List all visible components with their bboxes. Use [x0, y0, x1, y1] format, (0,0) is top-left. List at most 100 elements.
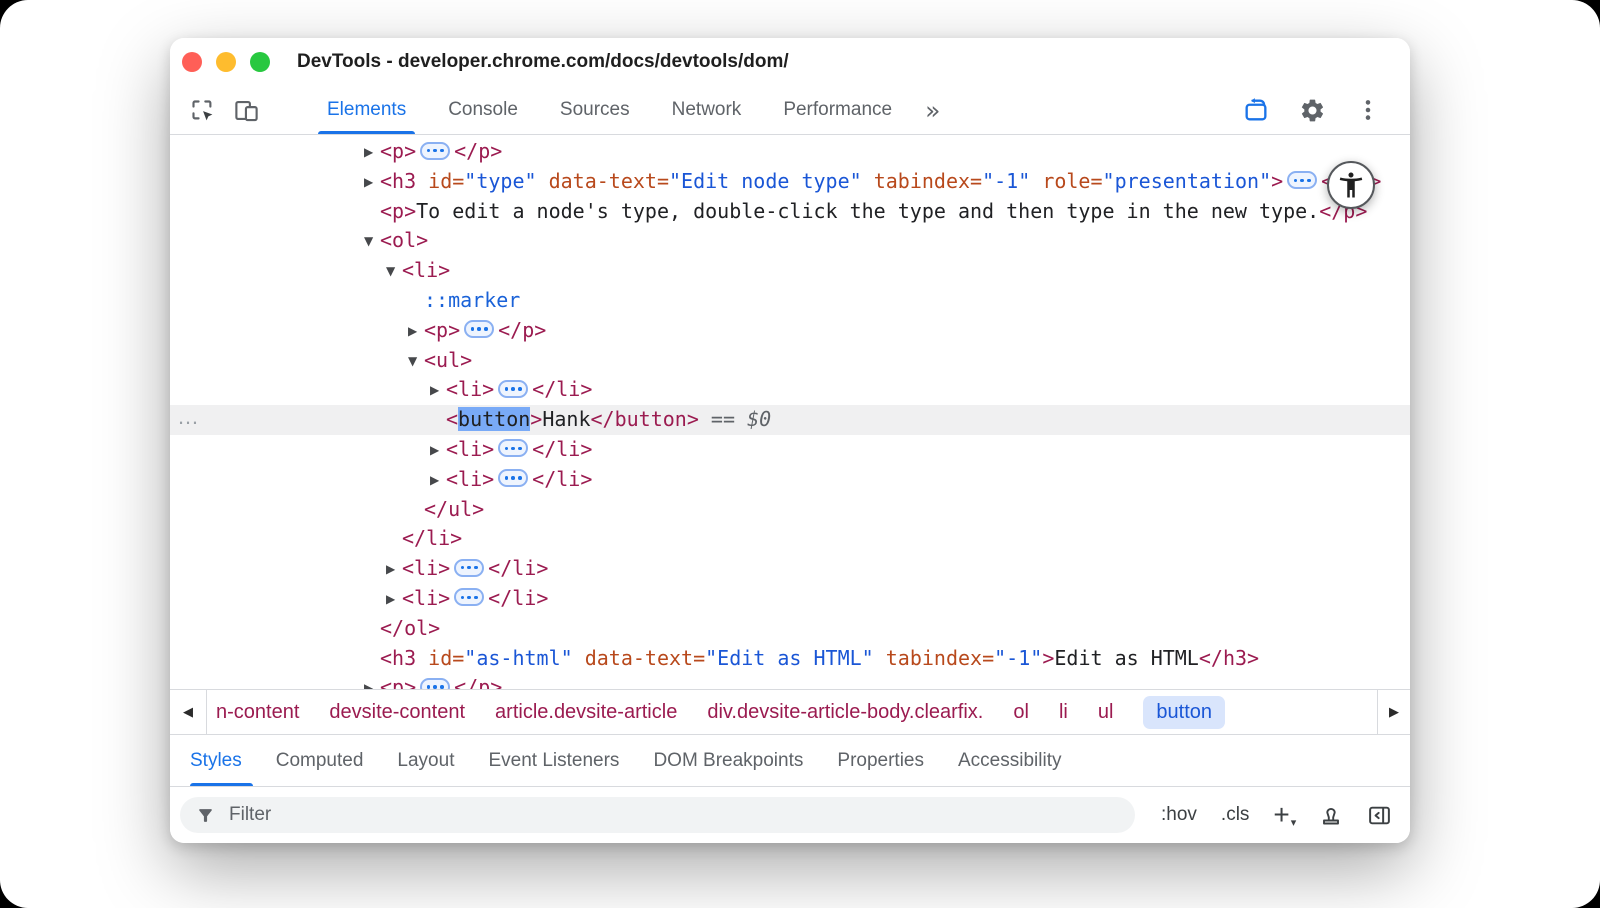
twisty-right-icon[interactable]: ▶	[386, 585, 402, 615]
sidebar-tab-dom-breakpoints[interactable]: DOM Breakpoints	[636, 735, 820, 786]
zoom-button[interactable]	[250, 52, 270, 72]
dom-tree-row[interactable]: ▶<li></li>	[170, 554, 1410, 584]
tab-performance[interactable]: Performance	[762, 86, 913, 134]
new-style-rule-button[interactable]: + ▾	[1273, 801, 1295, 829]
expand-inline-icon[interactable]	[498, 439, 528, 457]
expand-inline-icon[interactable]	[1287, 171, 1317, 189]
breadcrumb-scroll-left-icon[interactable]: ◀	[170, 690, 207, 734]
code-token-val: "-1"	[994, 646, 1042, 670]
twisty-right-icon[interactable]: ▶	[386, 555, 402, 585]
tab-elements[interactable]: Elements	[306, 86, 427, 134]
toggle-sidebar-icon[interactable]	[1367, 803, 1392, 828]
traffic-lights	[182, 52, 270, 72]
expand-inline-icon[interactable]	[420, 678, 450, 689]
breadcrumb-button[interactable]: button	[1143, 696, 1225, 729]
sidebar-tab-event-listeners[interactable]: Event Listeners	[471, 735, 636, 786]
breadcrumb-scroll-right-icon[interactable]: ▶	[1377, 690, 1410, 734]
twisty-right-icon[interactable]: ▶	[364, 168, 380, 198]
inspect-cursor-icon[interactable]	[186, 86, 218, 134]
sidebar-tab-computed[interactable]: Computed	[259, 735, 381, 786]
dom-tree-row[interactable]: ▶<li></li>	[170, 435, 1410, 465]
devtools-window: DevTools - developer.chrome.com/docs/dev…	[170, 38, 1410, 843]
toggle-element-state-button[interactable]: :hov	[1161, 804, 1197, 826]
screencast-icon[interactable]	[1240, 96, 1272, 124]
twisty-down-icon[interactable]: ▼	[364, 227, 380, 257]
device-toolbar-icon[interactable]	[230, 86, 262, 134]
stamp-icon[interactable]	[1319, 803, 1343, 827]
twisty-right-icon[interactable]: ▶	[430, 466, 446, 496]
code-token-val: "type"	[464, 169, 536, 193]
breadcrumb-ol[interactable]: ol	[1013, 701, 1029, 724]
breadcrumb-devsite-content[interactable]: devsite-content	[329, 701, 465, 724]
twisty-right-icon[interactable]: ▶	[408, 317, 424, 347]
plus-icon: +	[1273, 801, 1289, 829]
dom-tree-row[interactable]: ::marker	[170, 286, 1410, 316]
settings-gear-icon[interactable]	[1296, 97, 1328, 124]
tab-network[interactable]: Network	[651, 86, 763, 134]
minimize-button[interactable]	[216, 52, 236, 72]
window-title: DevTools - developer.chrome.com/docs/dev…	[297, 51, 789, 73]
expand-inline-icon[interactable]	[498, 380, 528, 398]
dom-tree-row[interactable]: </li>	[170, 524, 1410, 554]
dom-tree-row[interactable]: ▶<li></li>	[170, 465, 1410, 495]
expand-inline-icon[interactable]	[454, 588, 484, 606]
more-panels-icon[interactable]: »	[913, 86, 952, 134]
code-token-dollar: $0	[747, 407, 771, 431]
dom-tree-row[interactable]: ▶<li></li>	[170, 375, 1410, 405]
dom-tree-row[interactable]: </ol>	[170, 614, 1410, 644]
twisty-right-icon[interactable]: ▶	[430, 436, 446, 466]
tab-sources[interactable]: Sources	[539, 86, 651, 134]
dom-tree-row[interactable]: </ul>	[170, 495, 1410, 525]
breadcrumb-li[interactable]: li	[1059, 701, 1068, 724]
code-token-tag: <	[446, 407, 458, 431]
dom-tree-row[interactable]: ▶<p></p>	[170, 673, 1410, 689]
code-token-plain	[874, 646, 886, 670]
code-token-tag: <p>	[424, 318, 460, 342]
expand-inline-icon[interactable]	[454, 559, 484, 577]
expand-inline-icon[interactable]	[420, 142, 450, 160]
code-token-plain	[416, 169, 428, 193]
code-token-tag: <h3	[380, 169, 416, 193]
breadcrumb-ul[interactable]: ul	[1098, 701, 1114, 724]
breadcrumb-n-content[interactable]: n-content	[216, 701, 299, 724]
code-token-tag: >	[530, 407, 542, 431]
expand-inline-icon[interactable]	[464, 320, 494, 338]
code-token-attr: tabindex=	[874, 169, 982, 193]
sidebar-tab-properties[interactable]: Properties	[820, 735, 941, 786]
more-menu-icon[interactable]	[1352, 97, 1384, 123]
dom-tree-row[interactable]: ▼<ol>	[170, 226, 1410, 256]
breadcrumb-article-devsite-article[interactable]: article.devsite-article	[495, 701, 677, 724]
sidebar-tab-layout[interactable]: Layout	[380, 735, 471, 786]
dom-tree-row[interactable]: <p>To edit a node's type, double-click t…	[170, 197, 1410, 227]
breadcrumb-div-devsite-article-body-clearfix[interactable]: div.devsite-article-body.clearfix.	[707, 701, 983, 724]
sidebar-tab-styles[interactable]: Styles	[190, 735, 259, 786]
code-token-tag: <p>	[380, 675, 416, 689]
code-token-attr: data-text=	[585, 646, 705, 670]
dom-tree-row[interactable]: ▶<p></p>	[170, 316, 1410, 346]
code-token-tag: >	[1271, 169, 1283, 193]
twisty-right-icon[interactable]: ▶	[364, 674, 380, 689]
element-classes-button[interactable]: .cls	[1221, 804, 1250, 826]
tab-console[interactable]: Console	[427, 86, 539, 134]
twisty-down-icon[interactable]: ▼	[386, 257, 402, 287]
dom-tree-row[interactable]: ▶<li></li>	[170, 584, 1410, 614]
dom-tree-row[interactable]: ▶<p></p>	[170, 137, 1410, 167]
filter-input-container[interactable]	[180, 797, 1135, 833]
twisty-right-icon[interactable]: ▶	[364, 138, 380, 168]
code-token-tag: </li>	[488, 586, 548, 610]
dom-tree-row[interactable]: ▶<h3 id="type" data-text="Edit node type…	[170, 167, 1410, 197]
dom-tree-row[interactable]: ▼<li>	[170, 256, 1410, 286]
dom-tree-row-selected[interactable]: …<button>Hank</button> == $0	[170, 405, 1410, 435]
code-token-val: "as-html"	[464, 646, 572, 670]
expand-inline-icon[interactable]	[498, 469, 528, 487]
dom-tree-row[interactable]: <h3 id="as-html" data-text="Edit as HTML…	[170, 644, 1410, 674]
dom-tree-row[interactable]: ▼<ul>	[170, 346, 1410, 376]
close-button[interactable]	[182, 52, 202, 72]
twisty-right-icon[interactable]: ▶	[430, 376, 446, 406]
sidebar-tab-accessibility[interactable]: Accessibility	[941, 735, 1078, 786]
filter-input[interactable]	[227, 803, 1119, 827]
code-token-attr: role=	[1042, 169, 1102, 193]
twisty-down-icon[interactable]: ▼	[408, 347, 424, 377]
row-overflow-dots-icon[interactable]: …	[177, 402, 200, 432]
code-token-val: "-1"	[982, 169, 1030, 193]
